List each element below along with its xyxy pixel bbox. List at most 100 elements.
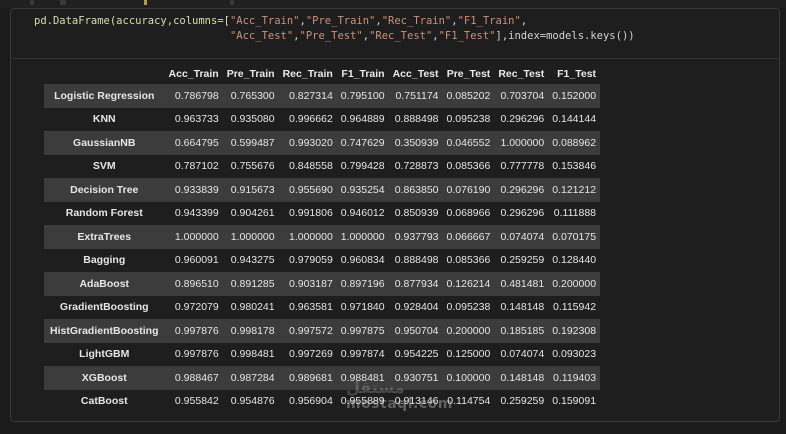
- table-cell: 1.000000: [230, 230, 275, 243]
- table-cell: 0.093023: [552, 348, 597, 361]
- table-row: KNN 0.963733 0.935080 0.996662 0.964889 0.888…: [44, 107, 601, 131]
- table-cell: 0.848558: [289, 160, 333, 173]
- row-label: Decision Tree: [70, 183, 139, 196]
- table-cell: 0.786798: [174, 89, 219, 102]
- table-cell: 1.000000: [340, 230, 385, 243]
- table-cell: 0.850939: [394, 207, 439, 220]
- table-cell: 0.085366: [446, 254, 491, 267]
- table-cell: 0.954876: [230, 395, 275, 408]
- table-cell: 0.296296: [500, 183, 545, 196]
- table-cell: 0.943399: [174, 207, 219, 220]
- table-cell: 0.998178: [230, 324, 275, 337]
- table-cell: 0.979059: [289, 254, 333, 267]
- edge-mark: [230, 0, 234, 5]
- row-label: XGBoost: [81, 371, 127, 384]
- table-cell: 1.000000: [174, 230, 219, 243]
- table-cell: 0.997269: [289, 348, 333, 361]
- code-line2-tail: ],index=models.keys()): [495, 30, 635, 42]
- table-cell: 0.996662: [289, 113, 333, 126]
- table-header-row: Acc_Train Pre_Train Rec_Train F1_Train Acc_T…: [44, 64, 600, 84]
- table-cell: 0.915673: [230, 183, 275, 196]
- column-header: Rec_Test: [498, 68, 545, 80]
- index-header: [44, 64, 165, 84]
- edge-mark: [30, 0, 34, 5]
- table-cell: 0.192308: [552, 324, 597, 337]
- row-label: Logistic Regression: [54, 89, 155, 102]
- table-cell: 0.954225: [394, 348, 439, 361]
- column-header: Pre_Test: [446, 68, 491, 80]
- table-cell: 0.963581: [289, 301, 333, 314]
- row-label: CatBoost: [80, 395, 128, 408]
- table-row: Bagging 0.960091 0.943275 0.979059 0.960834 0…: [44, 248, 601, 272]
- table-cell: 0.998481: [230, 348, 275, 361]
- table-cell: 0.121212: [552, 183, 597, 196]
- table-row: CatBoost 0.955842 0.954876 0.956904 0.955889…: [44, 389, 601, 413]
- table-cell: 0.933839: [174, 183, 219, 196]
- table-cell: 0.980241: [230, 301, 275, 314]
- table-cell: 0.200000: [552, 277, 597, 290]
- table-row: Logistic Regression 0.786798 0.765300 0.827…: [44, 84, 601, 108]
- row-label: SVM: [92, 160, 116, 173]
- code-str: "F1_Test": [438, 30, 496, 42]
- table-cell: 0.128440: [552, 254, 597, 267]
- table-cell: 0.997876: [174, 348, 219, 361]
- table-cell: 0.987284: [230, 371, 275, 384]
- table-cell: 0.095238: [446, 301, 491, 314]
- row-label: GradientBoosting: [59, 301, 149, 314]
- code-str: "Acc_Test": [229, 30, 294, 42]
- table-cell: 0.755676: [230, 160, 275, 173]
- row-label: KNN: [92, 113, 116, 126]
- column-header: Acc_Test: [392, 68, 439, 80]
- table-row: GaussianNB 0.664795 0.599487 0.993020 0.7476…: [44, 131, 601, 155]
- code-editor[interactable]: pd.DataFrame(accuracy,columns=["Acc_Trai…: [34, 14, 770, 54]
- table-row: ExtraTrees 1.000000 1.000000 1.000000 1.0000…: [44, 225, 601, 249]
- column-header: Rec_Train: [282, 68, 333, 80]
- table-cell: 0.950704: [394, 324, 439, 337]
- table-row: Decision Tree 0.933839 0.915673 0.955690 0.9…: [44, 178, 601, 202]
- table-cell: 0.896510: [174, 277, 219, 290]
- table-row: GradientBoosting 0.972079 0.980241 0.963581…: [44, 295, 601, 319]
- cell-output-divider: [10, 58, 780, 59]
- table-cell: 0.903187: [289, 277, 333, 290]
- row-label: HistGradientBoosting: [50, 324, 159, 337]
- row-label: ExtraTrees: [77, 230, 132, 243]
- table-cell: 0.747629: [340, 136, 385, 149]
- table-cell: 0.185185: [500, 324, 545, 337]
- table-cell: 0.076190: [446, 183, 491, 196]
- table-cell: 0.046552: [446, 136, 491, 149]
- table-cell: 0.148148: [500, 301, 545, 314]
- table-row: LightGBM 0.997876 0.998481 0.997269 0.997874…: [44, 342, 601, 366]
- code-str: "Rec_Test": [369, 30, 433, 42]
- table-cell: 0.144144: [552, 113, 597, 126]
- table-cell: 0.997874: [340, 348, 385, 361]
- table-row: AdaBoost 0.896510 0.891285 0.903187 0.897196…: [44, 272, 601, 296]
- table-row: SVM 0.787102 0.755676 0.848558 0.799428 0.728…: [44, 154, 601, 178]
- table-cell: 0.115942: [553, 301, 597, 314]
- table-cell: 0.296296: [500, 207, 545, 220]
- row-label: Random Forest: [65, 207, 143, 220]
- table-cell: 0.728873: [394, 160, 439, 173]
- table-cell: 0.296296: [500, 113, 545, 126]
- table-cell: 0.074074: [500, 348, 545, 361]
- table-cell: 0.891285: [230, 277, 275, 290]
- table-cell: 0.863850: [394, 183, 439, 196]
- table-cell: 0.799428: [340, 160, 385, 173]
- table-cell: 0.964889: [340, 113, 385, 126]
- table-cell: 0.935254: [340, 183, 385, 196]
- table-cell: 0.066667: [446, 230, 491, 243]
- table-cell: 0.963733: [174, 113, 219, 126]
- row-label: Bagging: [83, 254, 126, 267]
- table-cell: 1.000000: [500, 136, 545, 149]
- table-row: Random Forest 0.943399 0.904261 0.991806 0.9…: [44, 201, 601, 225]
- table-cell: 0.956904: [289, 395, 333, 408]
- table-cell: 1.000000: [289, 230, 333, 243]
- table-cell: 0.085202: [446, 89, 491, 102]
- table-cell: 0.960091: [174, 254, 219, 267]
- table-cell: 0.991806: [289, 207, 333, 220]
- table-cell: 0.100000: [446, 371, 491, 384]
- table-cell: 0.259259: [500, 395, 545, 408]
- table-cell: 0.765300: [230, 89, 275, 102]
- table-cell: 0.152000: [552, 89, 597, 102]
- table-cell: 0.972079: [174, 301, 219, 314]
- table-cell: 0.787102: [174, 160, 219, 173]
